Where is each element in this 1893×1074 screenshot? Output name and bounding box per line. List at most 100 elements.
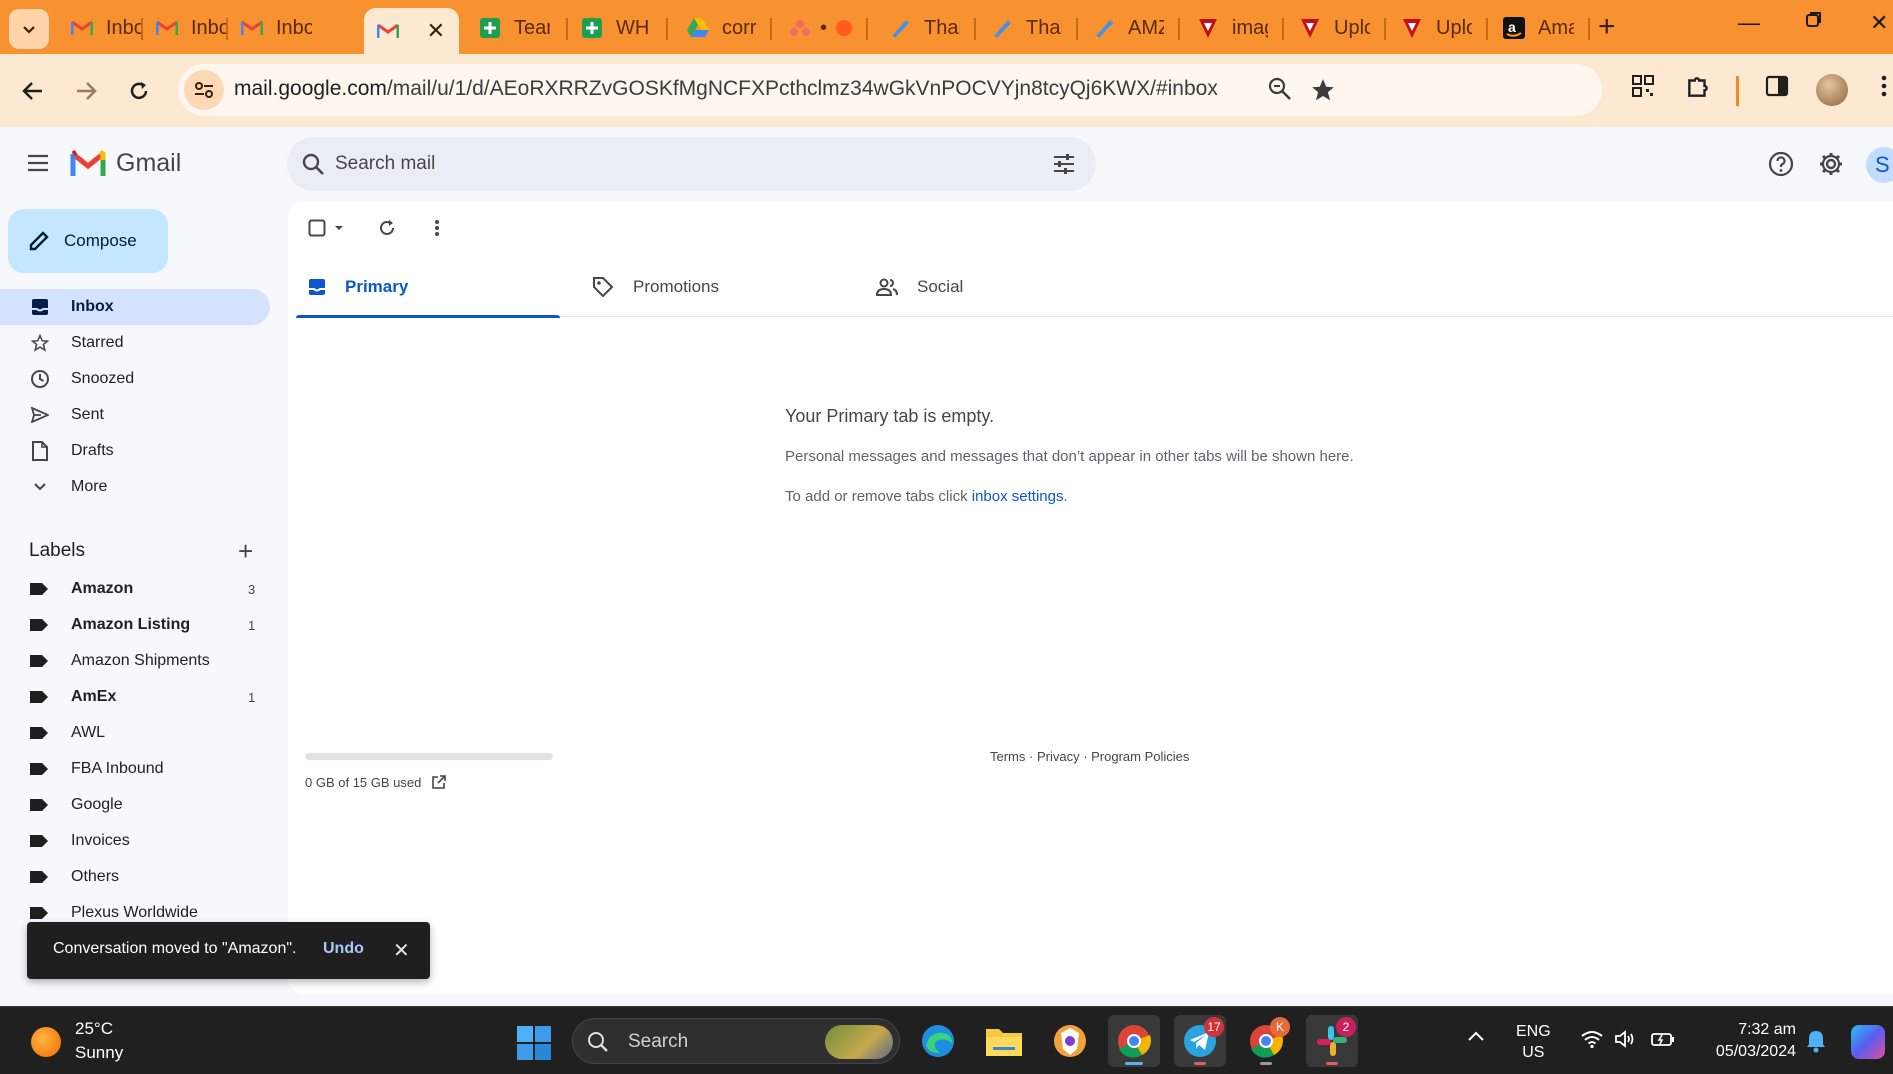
browser-tab[interactable]: Upload xyxy=(1286,8,1386,48)
label-item[interactable]: Others xyxy=(0,859,270,895)
label-item[interactable]: Invoices xyxy=(0,823,270,859)
zoom-icon[interactable] xyxy=(1268,77,1292,101)
send-icon xyxy=(30,405,50,425)
tab-primary[interactable]: Primary xyxy=(296,257,560,318)
new-tab-button[interactable]: + xyxy=(1598,12,1616,42)
notification-bell-icon[interactable] xyxy=(1805,1029,1827,1053)
side-panel-icon[interactable] xyxy=(1765,74,1789,98)
snackbar-message: Conversation moved to "Amazon". xyxy=(53,940,297,957)
label-item[interactable]: FBA Inbound xyxy=(0,751,270,787)
nav-item-drafts[interactable]: Drafts xyxy=(0,433,270,469)
terms-link[interactable]: Terms xyxy=(990,749,1025,764)
file-explorer-icon[interactable] xyxy=(978,1015,1030,1067)
label-item[interactable]: Google xyxy=(0,787,270,823)
browser-tab[interactable]: Inbox xyxy=(58,8,143,48)
forward-button[interactable] xyxy=(69,74,103,108)
settings-gear-icon[interactable] xyxy=(1818,151,1844,177)
browser-tab[interactable]: corr xyxy=(674,8,772,48)
edge-icon[interactable] xyxy=(912,1015,964,1067)
address-bar[interactable]: mail.google.com/mail/u/1/d/AEoRXRRZvGOSK… xyxy=(178,64,1602,116)
label-item[interactable]: AmEx 1 xyxy=(0,679,270,715)
label-item[interactable]: Amazon 3 xyxy=(0,571,270,607)
label-tag-icon xyxy=(30,655,48,667)
nav-item-inbox[interactable]: Inbox xyxy=(0,289,270,325)
compose-button[interactable]: Compose xyxy=(8,209,168,273)
nav-item-more[interactable]: More xyxy=(0,469,270,505)
program-policies-link[interactable]: Program Policies xyxy=(1091,749,1189,764)
more-vert-icon[interactable] xyxy=(434,219,440,237)
inbox-settings-link[interactable]: inbox settings xyxy=(972,488,1064,505)
browser-tab[interactable]: a Amazon xyxy=(1490,8,1590,48)
browser-tab[interactable]: Inbox xyxy=(228,8,313,48)
compose-label: Compose xyxy=(64,231,137,250)
taskbar-search[interactable]: Search xyxy=(572,1018,900,1064)
privacy-link[interactable]: Privacy xyxy=(1037,749,1080,764)
tune-icon xyxy=(195,82,213,98)
browser-tab[interactable]: Team xyxy=(466,8,568,48)
browser-profile-avatar[interactable] xyxy=(1816,74,1848,106)
browser-tab[interactable]: AMZ xyxy=(1080,8,1180,48)
browser-tab[interactable]: Upload xyxy=(1388,8,1488,48)
restore-button[interactable] xyxy=(1805,10,1823,28)
undo-button[interactable]: Undo xyxy=(323,940,364,958)
label-tag-icon xyxy=(30,799,48,811)
account-avatar[interactable]: S xyxy=(1866,147,1893,183)
select-checkbox-icon[interactable] xyxy=(308,219,326,237)
windows-start-icon[interactable] xyxy=(516,1025,552,1061)
search-options-icon[interactable] xyxy=(1052,152,1076,176)
browser-tab[interactable]: Thank xyxy=(876,8,976,48)
copilot-icon[interactable] xyxy=(1851,1025,1885,1059)
tab-search-button[interactable] xyxy=(9,9,49,49)
refresh-icon[interactable] xyxy=(378,219,396,237)
extensions-icon[interactable] xyxy=(1685,74,1711,100)
select-menu-caret-icon[interactable] xyxy=(334,224,344,232)
label-item[interactable]: AWL xyxy=(0,715,270,751)
search-bar[interactable] xyxy=(287,137,1096,191)
clock[interactable]: 7:32 am 05/03/2024 xyxy=(1700,1019,1796,1063)
browser-tab-active[interactable]: ✕ xyxy=(364,8,459,54)
close-snackbar-icon[interactable]: ✕ xyxy=(393,938,410,963)
minimize-button[interactable]: — xyxy=(1738,10,1760,36)
reload-button[interactable] xyxy=(122,74,156,108)
close-window-button[interactable]: ✕ xyxy=(1870,10,1888,36)
open-in-new-icon[interactable] xyxy=(431,774,447,790)
label-item[interactable]: Amazon Shipments xyxy=(0,643,270,679)
tab-social[interactable]: Social xyxy=(864,257,1128,317)
help-icon[interactable] xyxy=(1768,151,1794,177)
browser-tab[interactable]: Thank xyxy=(978,8,1078,48)
qr-code-icon[interactable] xyxy=(1631,74,1655,98)
nav-item-starred[interactable]: Starred xyxy=(0,325,270,361)
slack-icon[interactable]: 2 xyxy=(1306,1015,1358,1067)
sun-icon[interactable] xyxy=(31,1027,61,1057)
main-menu-icon[interactable] xyxy=(26,153,50,173)
back-button[interactable] xyxy=(16,74,50,108)
browser-tab[interactable]: • xyxy=(776,8,868,48)
battery-icon[interactable] xyxy=(1650,1029,1676,1049)
gmail-logo[interactable]: Gmail xyxy=(70,149,181,178)
wifi-icon[interactable] xyxy=(1580,1029,1604,1049)
url-text[interactable]: mail.google.com/mail/u/1/d/AEoRXRRZvGOSK… xyxy=(234,77,1218,101)
volume-icon[interactable] xyxy=(1614,1029,1638,1049)
language-indicator[interactable]: ENG US xyxy=(1516,1021,1551,1063)
chevron-up-icon[interactable] xyxy=(1466,1029,1486,1043)
browser-tab[interactable]: Inbox xyxy=(143,8,228,48)
create-label-button[interactable]: + xyxy=(238,536,253,567)
browser-tab[interactable]: WH xyxy=(568,8,668,48)
weather-temperature[interactable]: 25°C xyxy=(75,1019,113,1039)
close-tab-icon[interactable]: ✕ xyxy=(427,20,445,42)
bookmark-star-icon[interactable] xyxy=(1310,77,1336,103)
weather-condition[interactable]: Sunny xyxy=(75,1043,123,1063)
telegram-icon[interactable]: 17 xyxy=(1174,1015,1226,1067)
brave-icon[interactable] xyxy=(1044,1015,1096,1067)
site-info-button[interactable] xyxy=(184,70,224,110)
chrome-profile-icon[interactable]: K xyxy=(1240,1015,1292,1067)
nav-item-snoozed[interactable]: Snoozed xyxy=(0,361,270,397)
nav-item-sent[interactable]: Sent xyxy=(0,397,270,433)
label-item[interactable]: Amazon Listing 1 xyxy=(0,607,270,643)
chrome-icon[interactable] xyxy=(1108,1015,1160,1067)
browser-tab[interactable]: image xyxy=(1184,8,1284,48)
kebab-menu-icon[interactable] xyxy=(1880,74,1888,98)
search-icon[interactable] xyxy=(301,152,325,176)
search-input[interactable] xyxy=(335,149,975,179)
tab-promotions[interactable]: Promotions xyxy=(580,257,844,317)
